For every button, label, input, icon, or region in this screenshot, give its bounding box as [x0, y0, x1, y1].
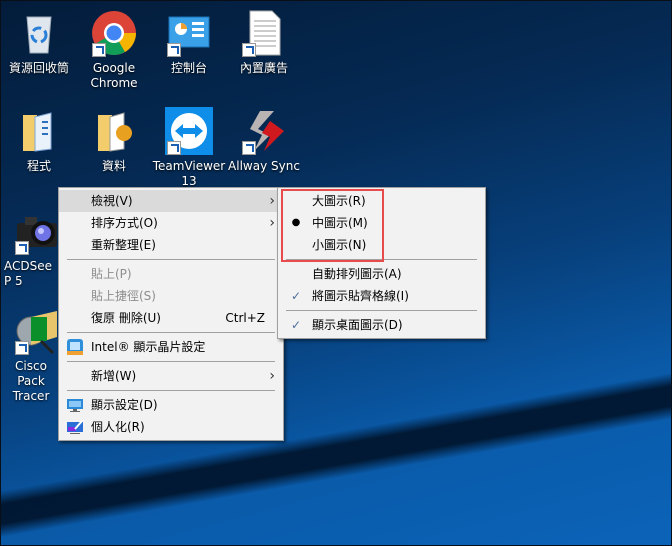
- menu-item-label: 顯示設定(D): [91, 398, 158, 412]
- chevron-right-icon: ›: [269, 193, 275, 209]
- icon-label: TeamViewer 13: [152, 159, 226, 188]
- checkmark-icon: ✓: [290, 318, 302, 332]
- shortcut-key: Ctrl+Z: [225, 311, 265, 325]
- menu-item-label: 將圖示貼齊格線(I): [312, 289, 409, 303]
- icon-label: 內置廣告: [239, 61, 288, 75]
- menu-item-label: 檢視(V): [91, 194, 133, 208]
- recycle-bin-icon: [15, 9, 63, 57]
- icon-label: 資料: [101, 159, 126, 173]
- menu-separator: [67, 390, 275, 391]
- icon-label: 程式: [26, 159, 51, 173]
- menu-item-align-to-grid[interactable]: ✓ 將圖示貼齊格線(I): [278, 285, 485, 307]
- menu-item-new[interactable]: 新增(W) ›: [59, 365, 283, 387]
- chevron-right-icon: ›: [269, 215, 275, 231]
- menu-item-label: 貼上(P): [91, 267, 132, 281]
- desktop-icon-allway-sync[interactable]: Allway Sync: [226, 107, 302, 174]
- shortcut-arrow-icon: [167, 43, 181, 57]
- menu-item-intel-graphics[interactable]: Intel® 顯示晶片設定: [59, 336, 283, 358]
- shortcut-arrow-icon: [242, 141, 256, 155]
- menu-item-paste-shortcut[interactable]: 貼上捷徑(S): [59, 285, 283, 307]
- menu-item-view[interactable]: 檢視(V) ›: [59, 190, 283, 212]
- desktop-icon-google-chrome[interactable]: Google Chrome: [76, 9, 152, 91]
- menu-item-label: 重新整理(E): [91, 238, 156, 252]
- intel-graphics-icon: [67, 339, 83, 355]
- allway-sync-icon: [240, 107, 288, 155]
- shortcut-arrow-icon: [92, 43, 106, 57]
- menu-item-label: Intel® 顯示晶片設定: [91, 340, 206, 354]
- menu-item-label: 排序方式(O): [91, 216, 158, 230]
- folder-icon: [90, 107, 138, 155]
- menu-separator: [286, 310, 477, 311]
- chrome-icon: [90, 9, 138, 57]
- shortcut-arrow-icon: [242, 43, 256, 57]
- desktop-icon-acdsee[interactable]: ACDSee P 5: [1, 207, 61, 289]
- menu-item-label: 顯示桌面圖示(D): [312, 318, 403, 332]
- icon-label: ACDSee P 5: [4, 259, 52, 288]
- desktop-icon-data-folder[interactable]: 資料: [76, 107, 152, 174]
- menu-item-paste[interactable]: 貼上(P): [59, 263, 283, 285]
- personalize-icon: [67, 419, 83, 435]
- menu-item-label: 個人化(R): [91, 420, 145, 434]
- menu-separator: [67, 259, 275, 260]
- display-settings-icon: [67, 397, 83, 413]
- acdsee-camera-icon: [13, 207, 61, 255]
- menu-item-show-desktop-icons[interactable]: ✓ 顯示桌面圖示(D): [278, 314, 485, 336]
- menu-separator: [67, 361, 275, 362]
- shortcut-arrow-icon: [15, 241, 29, 255]
- menu-item-sort-by[interactable]: 排序方式(O) ›: [59, 212, 283, 234]
- icon-label: Cisco Pack Tracer: [12, 359, 50, 403]
- menu-item-display-settings[interactable]: 顯示設定(D): [59, 394, 283, 416]
- menu-item-label: 貼上捷徑(S): [91, 289, 156, 303]
- shortcut-arrow-icon: [15, 341, 29, 355]
- menu-item-personalize[interactable]: 個人化(R): [59, 416, 283, 438]
- menu-item-label: 自動排列圖示(A): [312, 267, 402, 281]
- shortcut-arrow-icon: [167, 141, 181, 155]
- menu-item-label: 新增(W): [91, 369, 137, 383]
- icon-label: 資源回收筒: [8, 61, 69, 75]
- highlight-annotation-box: [281, 189, 384, 262]
- desktop-context-menu: 檢視(V) › 排序方式(O) › 重新整理(E) 貼上(P) 貼上捷徑(S) …: [58, 187, 284, 441]
- checkmark-icon: ✓: [290, 289, 302, 303]
- desktop-icon-cisco-packet-tracer[interactable]: Cisco Pack Tracer: [1, 307, 61, 404]
- chevron-right-icon: ›: [269, 368, 275, 384]
- icon-label: Google Chrome: [90, 61, 138, 90]
- cisco-packet-tracer-icon: [13, 307, 61, 355]
- desktop-icon-teamviewer[interactable]: TeamViewer 13: [151, 107, 227, 189]
- menu-item-refresh[interactable]: 重新整理(E): [59, 234, 283, 256]
- icon-label: 控制台: [170, 61, 207, 75]
- teamviewer-icon: [165, 107, 213, 155]
- desktop-icon-builtin-ads[interactable]: 內置廣告: [226, 9, 302, 76]
- menu-item-undo-delete[interactable]: 復原 刪除(U) Ctrl+Z: [59, 307, 283, 329]
- menu-item-label: 復原 刪除(U): [91, 311, 161, 325]
- text-document-icon: [240, 9, 288, 57]
- menu-item-auto-arrange[interactable]: 自動排列圖示(A): [278, 263, 485, 285]
- desktop-icon-recycle-bin[interactable]: 資源回收筒: [1, 9, 77, 76]
- control-panel-icon: [165, 9, 213, 57]
- folder-icon: [15, 107, 63, 155]
- desktop[interactable]: 資源回收筒 Google Chrome 控制台 內置廣告 程式 資料 TeamV…: [0, 0, 672, 546]
- icon-label: Allway Sync: [228, 159, 300, 173]
- desktop-icon-control-panel[interactable]: 控制台: [151, 9, 227, 76]
- menu-separator: [67, 332, 275, 333]
- desktop-icon-programs-folder[interactable]: 程式: [1, 107, 77, 174]
